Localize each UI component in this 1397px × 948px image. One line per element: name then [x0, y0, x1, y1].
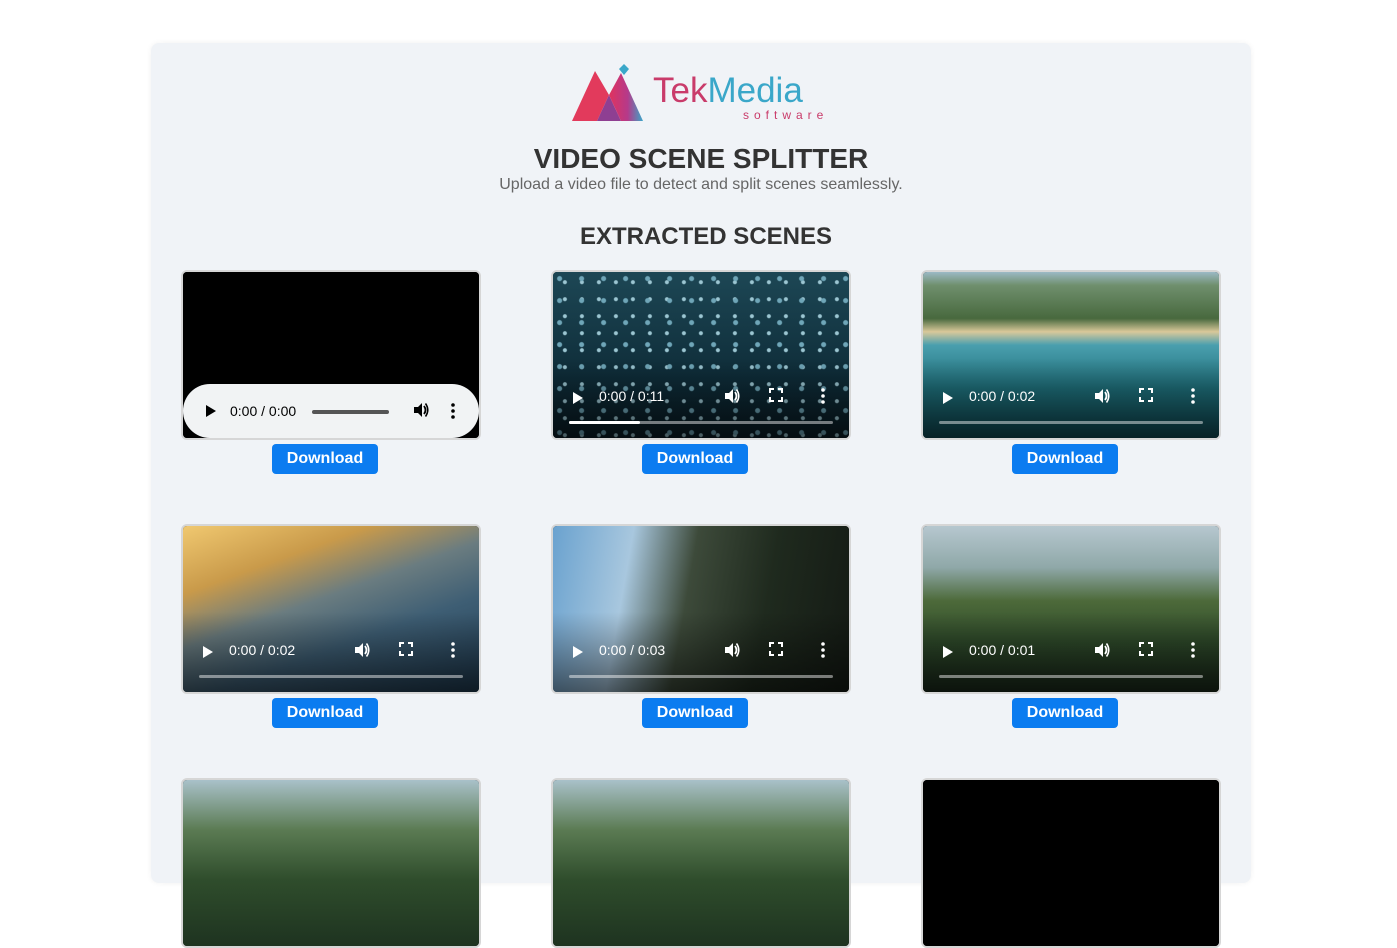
- more-options-icon[interactable]: [1191, 388, 1195, 404]
- more-options-icon[interactable]: [1191, 642, 1195, 658]
- fullscreen-icon[interactable]: [1139, 388, 1153, 402]
- play-icon[interactable]: [203, 646, 213, 658]
- logo-tagline: software: [743, 108, 829, 122]
- main-card: TekMedia software VIDEO SCENE SPLITTER U…: [151, 43, 1251, 948]
- fullscreen-icon[interactable]: [1139, 642, 1153, 656]
- scene-video-player[interactable]: [551, 778, 851, 948]
- scene-video-player[interactable]: 0:00 / 0:01: [921, 524, 1221, 694]
- more-options-icon[interactable]: [451, 642, 455, 658]
- seek-bar[interactable]: [569, 675, 833, 678]
- volume-icon[interactable]: [723, 641, 741, 659]
- media-controls: 0:00 / 0:02: [183, 612, 479, 692]
- more-options-icon[interactable]: [451, 403, 455, 419]
- media-controls: 0:00 / 0:01: [923, 612, 1219, 692]
- video-thumbnail: [923, 780, 1219, 946]
- volume-icon[interactable]: [723, 387, 741, 405]
- play-icon[interactable]: [206, 405, 216, 417]
- page-subtitle: Upload a video file to detect and split …: [499, 176, 903, 193]
- scene-video-player[interactable]: [181, 778, 481, 948]
- volume-icon[interactable]: [412, 401, 430, 419]
- time-display: 0:00 / 0:03: [599, 642, 666, 658]
- seek-bar[interactable]: [199, 675, 463, 678]
- download-button[interactable]: Download: [642, 444, 748, 474]
- volume-icon[interactable]: [353, 641, 371, 659]
- play-icon[interactable]: [943, 646, 953, 658]
- scene-video-player[interactable]: 0:00 / 0:02: [181, 524, 481, 694]
- time-display: 0:00 / 0:01: [969, 642, 1036, 658]
- media-controls: 0:00 / 0:02: [923, 358, 1219, 438]
- scene-video-player[interactable]: [921, 778, 1221, 948]
- fullscreen-icon[interactable]: [769, 388, 783, 402]
- logo-wordmark: TekMedia: [653, 71, 803, 110]
- time-display: 0:00 / 0:00: [230, 403, 297, 419]
- seek-bar[interactable]: [312, 410, 389, 414]
- time-display: 0:00 / 0:02: [229, 642, 296, 658]
- play-icon[interactable]: [573, 646, 583, 658]
- download-button[interactable]: Download: [1012, 698, 1118, 728]
- seek-bar-fill: [569, 421, 641, 424]
- volume-icon[interactable]: [1093, 641, 1111, 659]
- scene-audio-player[interactable]: 0:00 / 0:00: [181, 270, 481, 440]
- more-options-icon[interactable]: [821, 388, 825, 404]
- time-display: 0:00 / 0:02: [969, 388, 1036, 404]
- scene-video-player[interactable]: 0:00 / 0:11: [551, 270, 851, 440]
- fullscreen-icon[interactable]: [769, 642, 783, 656]
- download-button[interactable]: Download: [272, 698, 378, 728]
- seek-bar[interactable]: [939, 421, 1203, 424]
- media-controls: 0:00 / 0:03: [553, 612, 849, 692]
- logo-mark-icon: [572, 64, 643, 121]
- play-icon[interactable]: [573, 392, 583, 404]
- video-thumbnail: [183, 780, 479, 946]
- fullscreen-icon[interactable]: [399, 642, 413, 656]
- volume-icon[interactable]: [1093, 387, 1111, 405]
- play-icon[interactable]: [943, 392, 953, 404]
- download-button[interactable]: Download: [642, 698, 748, 728]
- page-title: VIDEO SCENE SPLITTER: [533, 143, 869, 174]
- download-button[interactable]: Download: [1012, 444, 1118, 474]
- seek-bar[interactable]: [569, 421, 833, 424]
- tekmedia-logo: TekMedia software: [571, 63, 833, 125]
- video-thumbnail: [553, 780, 849, 946]
- time-display: 0:00 / 0:11: [599, 388, 665, 404]
- download-button[interactable]: Download: [272, 444, 378, 474]
- more-options-icon[interactable]: [821, 642, 825, 658]
- media-controls: 0:00 / 0:11: [553, 358, 849, 438]
- scene-video-player[interactable]: 0:00 / 0:02: [921, 270, 1221, 440]
- seek-bar[interactable]: [939, 675, 1203, 678]
- media-controls: 0:00 / 0:00: [183, 384, 479, 438]
- extracted-scenes-heading: EXTRACTED SCENES: [579, 223, 833, 250]
- scene-video-player[interactable]: 0:00 / 0:03: [551, 524, 851, 694]
